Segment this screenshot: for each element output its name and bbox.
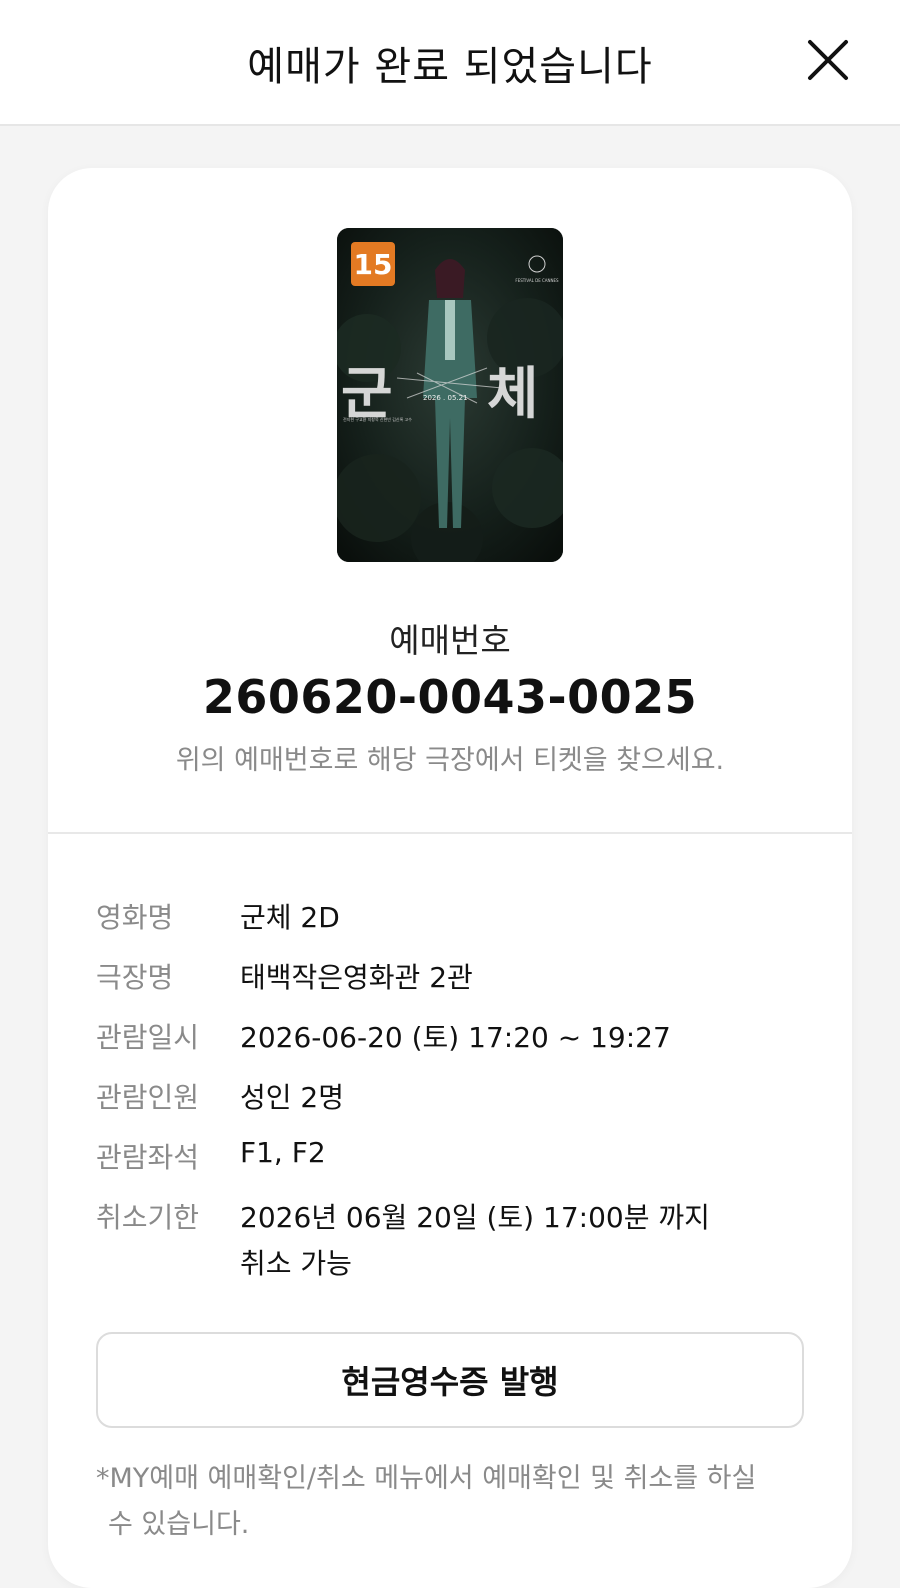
- page-title: 예매가 완료 되었습니다: [247, 44, 653, 90]
- detail-value: 성인 2명: [240, 1081, 344, 1114]
- divider: [48, 832, 852, 834]
- close-icon: [808, 40, 848, 80]
- detail-value: 태백작은영화관 2관: [240, 961, 473, 994]
- detail-label: 관람인원: [96, 1081, 200, 1114]
- svg-text:체: 체: [487, 362, 539, 427]
- detail-value: 2026-06-20 (토) 17:20 ~ 19:27: [240, 1021, 671, 1054]
- detail-label: 관람일시: [96, 1021, 200, 1054]
- svg-text:전지현 구교환 지창욱 신현빈 김신: 전지현 구교환 지창욱 신현빈 김신록 고수: [343, 416, 412, 422]
- movie-poster: 군 체 2026 . 05.21 전지현 구교환 지창욱 신현빈 김신록 고수 …: [337, 228, 563, 562]
- detail-label: 영화명: [96, 901, 174, 934]
- detail-value: 2026년 06월 20일 (토) 17:00분 까지: [240, 1201, 710, 1234]
- ticket-card: 군 체 2026 . 05.21 전지현 구교환 지창욱 신현빈 김신록 고수 …: [48, 168, 852, 1588]
- booking-number-label: 예매번호: [389, 621, 511, 660]
- svg-text:FESTIVAL DE CANNES: FESTIVAL DE CANNES: [515, 278, 559, 283]
- detail-label: 관람좌석: [96, 1141, 200, 1174]
- footnote-line2: 수 있습니다.: [108, 1509, 250, 1540]
- svg-text:2026 . 05.21: 2026 . 05.21: [423, 394, 468, 402]
- cash-receipt-button[interactable]: 현금영수증 발행: [96, 1332, 804, 1428]
- detail-value: 군체 2D: [240, 901, 340, 934]
- detail-value: F1, F2: [240, 1136, 326, 1169]
- detail-label: 취소기한: [96, 1201, 200, 1234]
- detail-label: 극장명: [96, 961, 174, 994]
- booking-number: 260620-0043-0025: [202, 670, 698, 724]
- close-button[interactable]: [802, 34, 854, 86]
- detail-value-line2: 취소 가능: [240, 1247, 352, 1280]
- header: 예매가 완료 되었습니다: [0, 0, 900, 126]
- footnote: *MY예매 예매확인/취소 메뉴에서 예매확인 및 취소를 하실 수 있습니다.: [96, 1456, 804, 1548]
- svg-text:15: 15: [354, 248, 393, 281]
- footnote-line1: *MY예매 예매확인/취소 메뉴에서 예매확인 및 취소를 하실: [96, 1463, 757, 1494]
- booking-hint: 위의 예매번호로 해당 극장에서 티켓을 찾으세요.: [175, 745, 725, 776]
